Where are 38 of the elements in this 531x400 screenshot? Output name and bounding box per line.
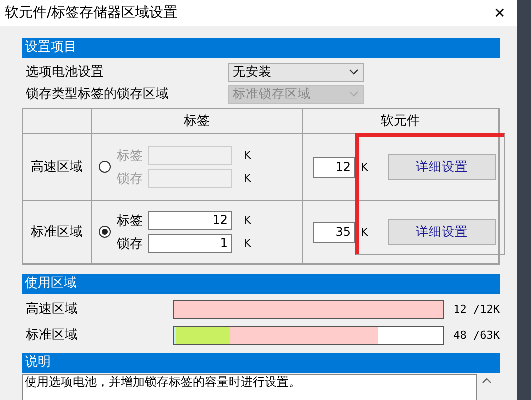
unit-label: K bbox=[244, 149, 252, 162]
chevron-icon bbox=[349, 91, 359, 97]
field-label: 选项电池设置 bbox=[26, 64, 105, 81]
input-field[interactable]: 12 bbox=[148, 211, 232, 230]
unit-label: K bbox=[244, 237, 252, 250]
unit-label: K bbox=[361, 160, 368, 174]
column-header: 软元件 bbox=[381, 113, 420, 130]
section-header: 说明 bbox=[22, 353, 500, 373]
window-title: 软元件/标签存储器区域设置 bbox=[5, 4, 179, 22]
close-button[interactable]: ✕ bbox=[487, 5, 513, 21]
usage-reading: 48 /63K bbox=[454, 328, 500, 342]
usage-label: 标准区域 bbox=[26, 327, 79, 344]
field-label: 锁存类型标签的锁存区域 bbox=[26, 86, 170, 103]
section-header: 使用区域 bbox=[22, 274, 500, 294]
usage-label: 高速区域 bbox=[26, 301, 79, 318]
section-header: 设置项目 bbox=[22, 38, 500, 58]
input-label: 锁存 bbox=[117, 236, 143, 252]
description-text: 使用选项电池，并增加锁存标签的容量时进行设置。 bbox=[22, 374, 477, 400]
input-field[interactable]: 12 bbox=[313, 156, 355, 178]
scroll-up-icon[interactable] bbox=[482, 378, 492, 384]
column-header: 标签 bbox=[184, 113, 210, 130]
row-label: 高速区域 bbox=[31, 159, 83, 176]
input-field[interactable]: 1 bbox=[148, 234, 232, 253]
input-field[interactable]: 35 bbox=[313, 222, 355, 242]
usage-reading: 12 /12K bbox=[454, 302, 500, 316]
input-label: 锁存 bbox=[117, 170, 143, 188]
radio-button[interactable] bbox=[99, 226, 111, 238]
detail-settings-button[interactable]: 详细设置 bbox=[388, 154, 496, 180]
unit-label: K bbox=[361, 226, 368, 238]
radio-button[interactable] bbox=[99, 161, 111, 173]
unit-label: K bbox=[244, 172, 252, 185]
input-label: 标签 bbox=[117, 148, 143, 164]
detail-settings-button[interactable]: 详细设置 bbox=[388, 219, 496, 245]
dropdown[interactable]: 无安装 bbox=[228, 62, 364, 82]
unit-label: K bbox=[244, 214, 252, 227]
input-label: 标签 bbox=[117, 212, 143, 230]
row-label: 标准区域 bbox=[31, 224, 83, 241]
chevron-icon bbox=[349, 69, 359, 75]
